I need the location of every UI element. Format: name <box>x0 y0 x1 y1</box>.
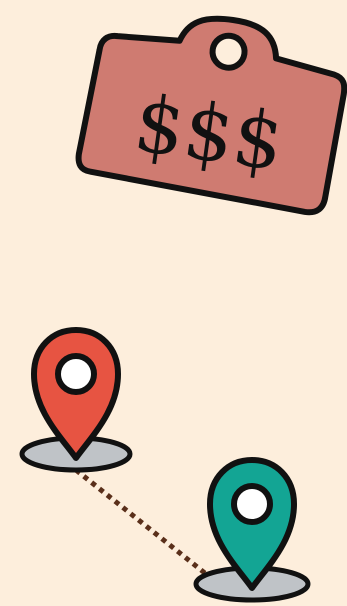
price-tag-icon: $$$ <box>75 15 347 216</box>
travel-cost-illustration: $$$ <box>19 15 347 603</box>
illustration-canvas: $$$ <box>0 0 347 606</box>
start-pin-hole <box>55 353 97 395</box>
route-dotted-line <box>74 468 208 576</box>
end-pin-hole <box>231 483 273 525</box>
end-location-pin-icon <box>193 457 311 603</box>
price-tag-hole <box>209 32 248 71</box>
start-location-pin-icon <box>19 327 133 473</box>
